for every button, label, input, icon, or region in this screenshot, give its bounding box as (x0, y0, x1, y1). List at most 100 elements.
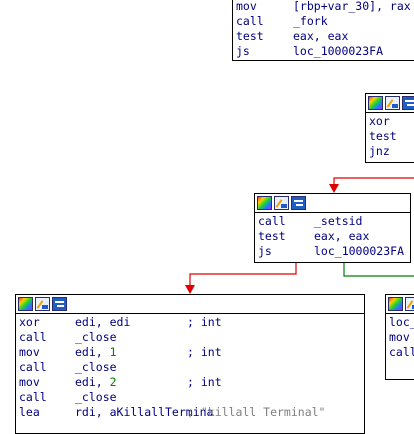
mnemonic: test (258, 229, 286, 243)
mnemonic: call (236, 14, 264, 28)
mnemonic: call (258, 214, 286, 228)
arrowhead-center (329, 184, 339, 193)
asm-line[interactable]: mov [rbp+var_30], rax (236, 0, 414, 14)
mnemonic: js (236, 44, 250, 58)
operand-text: _close (75, 330, 117, 344)
operand-text: edi, (75, 375, 110, 389)
edge-to-center (333, 177, 414, 186)
node-toolbar (16, 295, 364, 314)
operand-text: _close (75, 390, 117, 404)
operand-text: _fork (293, 14, 328, 28)
asm-line[interactable]: call _close (19, 360, 361, 375)
asm-line[interactable]: xor (369, 114, 414, 129)
operands: eax, eax (293, 29, 348, 44)
code-block-left[interactable]: xor edi, edi; int call _close mov edi, 1; int… (15, 294, 365, 434)
graph-view[interactable]: mov [rbp+var_30], rax call _forktest eax, ea… (0, 0, 414, 434)
operand-text: loc_1000023FA (293, 44, 384, 58)
operand-text: loc_1000023FA (314, 244, 405, 258)
asm-line[interactable]: js loc_1000023FA (258, 244, 407, 259)
graph-colors-icon[interactable] (257, 196, 272, 210)
comment: ; int (187, 375, 222, 389)
asm-line[interactable]: jnz (369, 144, 414, 159)
block-body: xor test jnz (366, 113, 414, 160)
edit-node-icon[interactable] (405, 297, 414, 311)
asm-line[interactable]: call _close (19, 330, 361, 345)
mnemonic: loc_ (389, 315, 414, 329)
edge-center-to-left (189, 263, 297, 287)
edit-node-icon[interactable] (385, 96, 400, 110)
asm-line[interactable]: mov (389, 330, 414, 345)
node-toolbar (386, 295, 414, 314)
operands: loc_1000023FA (314, 244, 404, 259)
operands: _setsid (314, 214, 362, 229)
block-body: call _setsidtest eax, eax js loc_1000023FA (255, 213, 410, 260)
mnemonic: call (389, 345, 414, 359)
block-body: xor edi, edi; int call _close mov edi, 1; int… (16, 314, 364, 421)
asm-line[interactable]: mov edi, 2 ; int (19, 375, 361, 390)
operands: edi, 2 (75, 375, 117, 390)
asm-line[interactable]: call (389, 345, 414, 360)
asm-line[interactable]: call _setsid (258, 214, 407, 229)
code-block-top[interactable]: mov [rbp+var_30], rax call _forktest eax, ea… (232, 0, 414, 61)
operands: [rbp+var_30], rax (293, 0, 411, 14)
arrowhead-left (185, 285, 195, 294)
code-block-right-bottom[interactable]: loc_ mov call (385, 294, 414, 380)
asm-line[interactable]: mov edi, 1 ; int (19, 345, 361, 360)
mnemonic: js (258, 244, 272, 258)
operand-text: _setsid (314, 214, 363, 228)
operands: edi, 1 (75, 345, 117, 360)
group-nodes-icon[interactable] (52, 297, 67, 311)
operands: _close (75, 330, 117, 345)
edit-node-icon[interactable] (35, 297, 50, 311)
asm-line[interactable]: call _fork (236, 14, 414, 29)
operand-text: eax, eax (314, 229, 370, 243)
mnemonic: mov (389, 330, 410, 344)
mnemonic: mov (236, 0, 257, 13)
mnemonic: xor (19, 315, 40, 329)
asm-line[interactable]: test eax, eax (258, 229, 407, 244)
group-nodes-icon[interactable] (291, 196, 306, 210)
graph-colors-icon[interactable] (388, 297, 403, 311)
operand-text: eax, eax (293, 29, 349, 43)
comment: ; int (187, 345, 222, 359)
block-body: mov [rbp+var_30], rax call _forktest eax, ea… (233, 0, 414, 60)
code-block-right-mid[interactable]: xor test jnz (365, 93, 414, 163)
asm-line[interactable]: test (369, 129, 414, 144)
operands: _close (75, 360, 117, 375)
edit-node-icon[interactable] (274, 196, 289, 210)
node-toolbar (255, 194, 410, 213)
immediate-value: 1 (109, 345, 117, 359)
operand-text: _close (75, 360, 117, 374)
asm-line[interactable]: test eax, eax (236, 29, 414, 44)
mnemonic: jnz (369, 144, 390, 158)
operands: _fork (293, 14, 328, 29)
asm-line[interactable]: lea rdi, aKillallTermina; "killall Termin… (19, 405, 361, 420)
immediate-value: 2 (109, 375, 117, 389)
mnemonic: call (19, 360, 47, 374)
group-nodes-icon[interactable] (402, 96, 414, 110)
asm-line[interactable]: js loc_1000023FA (236, 44, 414, 59)
node-toolbar (366, 94, 414, 113)
block-body: loc_ mov call (386, 314, 414, 361)
asm-line[interactable]: loc_ (389, 315, 414, 330)
operand-text: edi, (75, 345, 110, 359)
mnemonic: mov (19, 345, 40, 359)
mnemonic: call (19, 330, 47, 344)
graph-colors-icon[interactable] (368, 96, 383, 110)
operands: _close (75, 390, 117, 405)
asm-line[interactable]: xor edi, edi ; int (19, 315, 361, 330)
mnemonic: test (369, 129, 397, 143)
comment: ; "killall Terminal" (187, 405, 326, 419)
operand-text: [rbp+var_30], rax (293, 0, 411, 13)
asm-line[interactable]: call _close (19, 390, 361, 405)
mnemonic: mov (19, 375, 40, 389)
code-block-center[interactable]: call _setsidtest eax, eax js loc_1000023FA (254, 193, 411, 263)
operands: loc_1000023FA (293, 44, 383, 59)
mnemonic: lea (19, 405, 40, 419)
mnemonic: call (19, 390, 47, 404)
operands: edi, edi (75, 315, 130, 330)
mnemonic: test (236, 29, 264, 43)
comment: ; int (187, 315, 222, 329)
mnemonic: xor (369, 114, 390, 128)
graph-colors-icon[interactable] (18, 297, 33, 311)
